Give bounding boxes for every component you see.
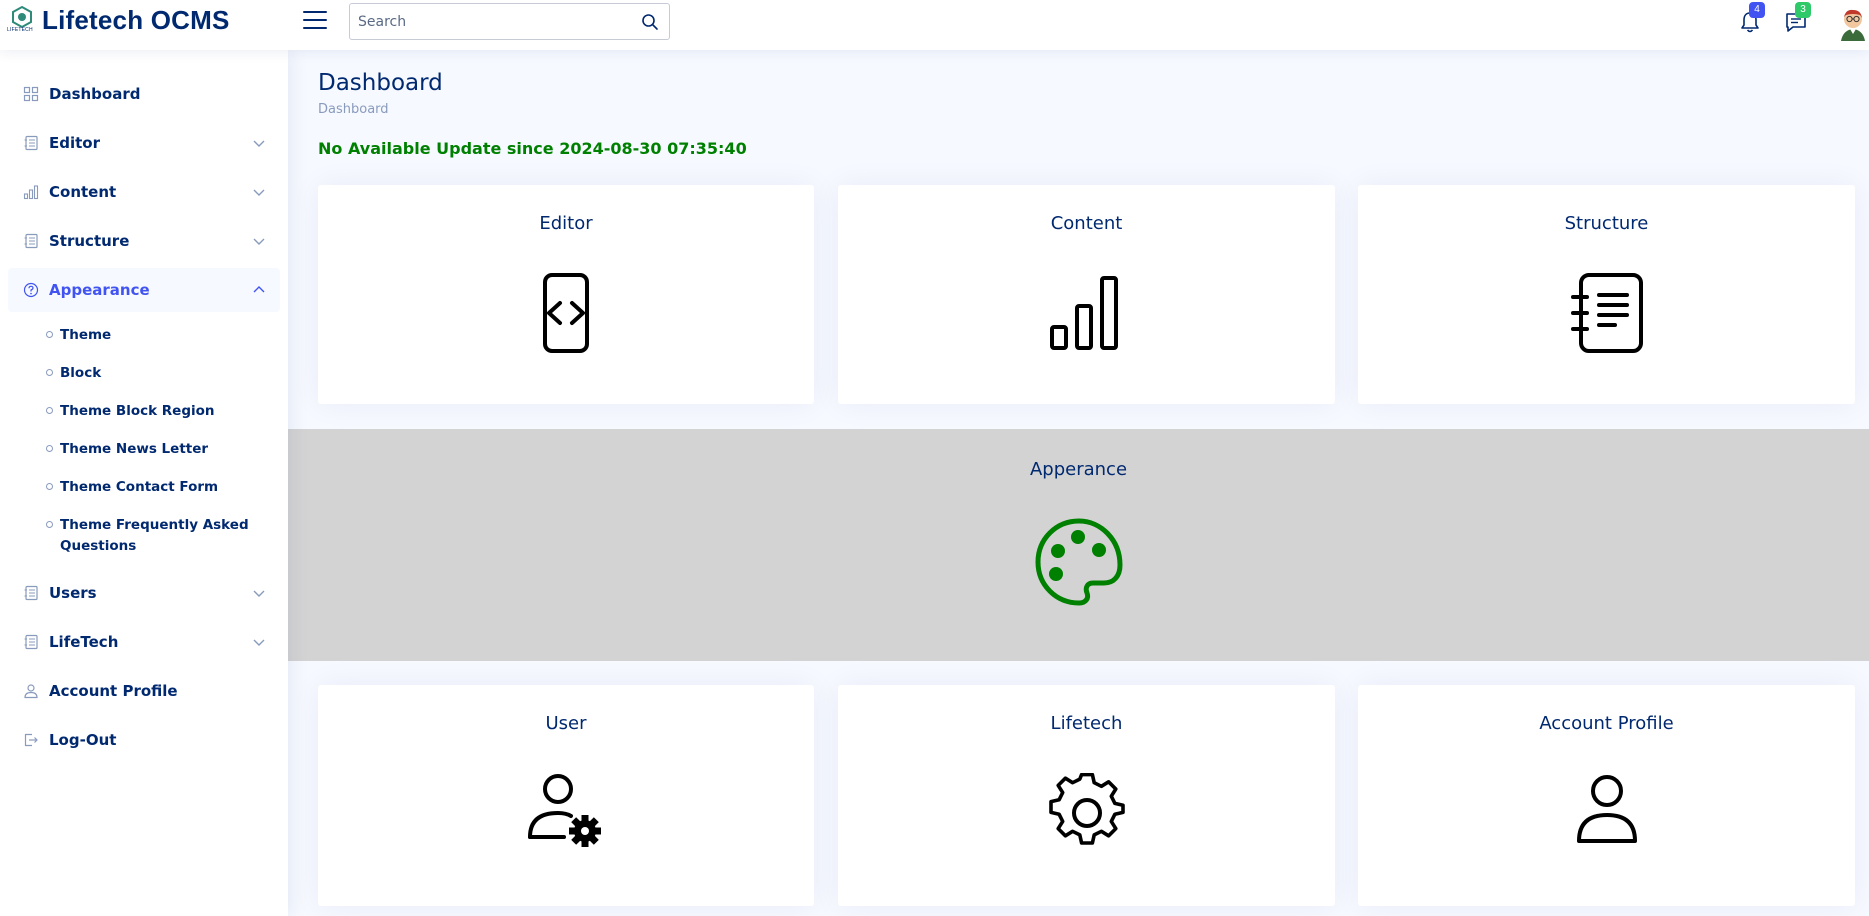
sidebar-item-label: Editor <box>49 134 100 152</box>
editor-card[interactable]: Editor <box>318 185 814 404</box>
sidebar-item-users[interactable]: Users <box>8 571 280 615</box>
search-bar <box>349 3 670 40</box>
journal-icon <box>24 585 38 601</box>
bar-chart-icon <box>23 185 39 200</box>
card-title: Editor <box>539 213 593 234</box>
circle-icon <box>46 483 53 490</box>
logout-icon <box>24 733 38 747</box>
notifications-button[interactable]: 4 <box>1737 2 1765 35</box>
sidebar-item-structure[interactable]: Structure <box>8 219 280 263</box>
top-header: LIFETECH Lifetech OCMS 4 3 <box>0 0 1869 50</box>
appearance-submenu: Theme Block Theme Block Region Theme New… <box>8 317 280 566</box>
card-title: Apperance <box>1029 459 1128 480</box>
submenu-item-label: Theme News Letter <box>60 441 209 457</box>
sidebar-item-label: LifeTech <box>49 633 119 651</box>
circle-icon <box>46 369 53 376</box>
chevron-down-icon[interactable] <box>252 586 266 600</box>
person-icon <box>1576 775 1637 843</box>
circle-icon <box>46 445 53 452</box>
content-card[interactable]: Content <box>838 185 1335 404</box>
submenu-item-theme[interactable]: Theme <box>46 317 280 355</box>
logo-small-text: LIFETECH <box>7 27 33 33</box>
chevron-down-icon[interactable] <box>252 185 266 199</box>
card-title: User <box>545 713 587 734</box>
chevron-down-icon[interactable] <box>252 234 266 248</box>
sidebar-item-label: Users <box>49 584 97 602</box>
submenu-item-label: Theme Frequently Asked Questions <box>60 517 249 554</box>
account-profile-card[interactable]: Account Profile <box>1358 685 1855 906</box>
messages-button[interactable]: 3 <box>1783 2 1811 35</box>
lifetech-card[interactable]: Lifetech <box>838 685 1335 906</box>
appearance-card[interactable]: Apperance <box>288 429 1869 661</box>
structure-card[interactable]: Structure <box>1358 185 1855 404</box>
submenu-item-theme-contact-form[interactable]: Theme Contact Form <box>46 469 280 507</box>
submenu-item-label: Theme <box>60 327 112 343</box>
submenu-item-block[interactable]: Block <box>46 355 280 393</box>
notifications-badge: 4 <box>1749 2 1765 18</box>
search-input[interactable] <box>358 10 628 34</box>
card-title: Account Profile <box>1539 713 1674 734</box>
update-status-message: No Available Update since 2024-08-30 07:… <box>318 139 747 158</box>
messages-badge: 3 <box>1795 2 1811 18</box>
card-title: Lifetech <box>1050 713 1123 734</box>
journal-icon <box>24 233 38 249</box>
bar-chart-icon <box>1049 276 1118 350</box>
sidebar-item-editor[interactable]: Editor <box>8 121 280 165</box>
gear-icon <box>1048 773 1125 845</box>
sidebar: Dashboard Editor Content Structure Appea… <box>0 50 288 916</box>
submenu-item-theme-faq[interactable]: Theme Frequently Asked Questions <box>46 507 280 566</box>
chevron-down-icon[interactable] <box>252 136 266 150</box>
submenu-item-theme-block-region[interactable]: Theme Block Region <box>46 393 280 431</box>
page-title: Dashboard <box>318 70 443 96</box>
sidebar-item-label: Dashboard <box>49 85 141 103</box>
grid-icon <box>23 86 39 102</box>
user-avatar[interactable] <box>1838 7 1868 41</box>
menu-toggle-icon[interactable] <box>303 11 327 31</box>
sidebar-item-label: Account Profile <box>49 682 178 700</box>
card-title: Content <box>1050 213 1123 234</box>
circle-icon <box>46 407 53 414</box>
sidebar-item-account-profile[interactable]: Account Profile <box>8 669 280 713</box>
card-title: Structure <box>1564 213 1649 234</box>
journal-icon <box>24 634 38 650</box>
sidebar-item-label: Log-Out <box>49 731 117 749</box>
palette-icon <box>1035 518 1122 606</box>
sidebar-item-logout[interactable]: Log-Out <box>8 718 280 762</box>
question-circle-icon <box>23 282 39 298</box>
search-icon[interactable] <box>641 13 659 31</box>
sidebar-item-lifetech[interactable]: LifeTech <box>8 620 280 664</box>
breadcrumb[interactable]: Dashboard <box>318 102 389 117</box>
sidebar-item-label: Appearance <box>49 281 150 299</box>
sidebar-item-dashboard[interactable]: Dashboard <box>8 72 280 116</box>
brand-title[interactable]: Lifetech OCMS <box>42 5 230 36</box>
submenu-item-theme-news-letter[interactable]: Theme News Letter <box>46 431 280 469</box>
sidebar-item-appearance[interactable]: Appearance <box>8 268 280 312</box>
user-card[interactable]: User <box>318 685 814 906</box>
person-gear-icon <box>528 774 601 847</box>
journal-icon <box>24 135 38 151</box>
chevron-down-icon[interactable] <box>252 635 266 649</box>
submenu-item-label: Theme Block Region <box>60 403 215 419</box>
code-file-icon <box>543 273 589 353</box>
journal-text-icon <box>1570 273 1643 353</box>
submenu-item-label: Block <box>60 365 102 381</box>
sidebar-item-label: Structure <box>49 232 130 250</box>
circle-icon <box>46 521 53 528</box>
circle-icon <box>46 331 53 338</box>
sidebar-item-content[interactable]: Content <box>8 170 280 214</box>
submenu-item-label: Theme Contact Form <box>60 479 219 495</box>
person-icon <box>24 684 38 699</box>
sidebar-item-label: Content <box>49 183 117 201</box>
chevron-up-icon[interactable] <box>252 283 266 297</box>
